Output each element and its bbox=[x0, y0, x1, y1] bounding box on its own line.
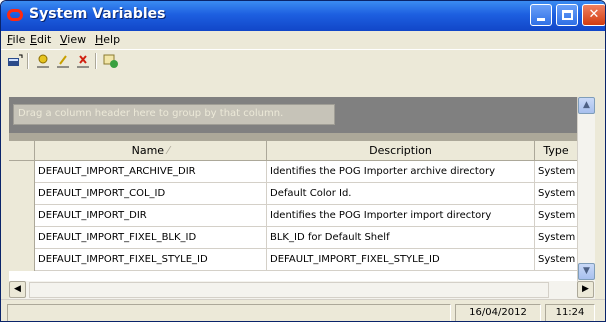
row-selector[interactable] bbox=[9, 249, 35, 271]
menu-view-label: iew bbox=[67, 33, 87, 46]
menu-view[interactable]: View bbox=[60, 33, 86, 46]
close-button[interactable]: ✕ bbox=[582, 4, 605, 26]
row-selector[interactable] bbox=[9, 161, 35, 183]
minimize-button[interactable] bbox=[530, 4, 552, 26]
cell-type[interactable]: System bbox=[535, 205, 577, 227]
status-message-pane bbox=[7, 304, 451, 321]
cell-description[interactable]: BLK_ID for Default Shelf bbox=[267, 227, 535, 249]
row-selector[interactable] bbox=[9, 227, 35, 249]
cell-name[interactable]: DEFAULT_IMPORT_FIXEL_STYLE_ID bbox=[35, 249, 267, 271]
cell-description[interactable]: Identifies the POG Importer archive dire… bbox=[267, 161, 535, 183]
maximize-icon bbox=[562, 10, 573, 20]
toolbar bbox=[1, 49, 605, 71]
column-header-row: Name ⁄ Description Type bbox=[35, 141, 577, 161]
table-row[interactable]: DEFAULT_IMPORT_DIR Identifies the POG Im… bbox=[9, 205, 577, 227]
cell-type[interactable]: System bbox=[535, 249, 577, 271]
minimize-icon bbox=[537, 18, 545, 21]
menu-file[interactable]: File bbox=[7, 33, 25, 46]
new-item-icon[interactable] bbox=[35, 53, 51, 69]
sort-ascending-icon: ⁄ bbox=[167, 144, 170, 157]
cell-type[interactable]: System bbox=[535, 183, 577, 205]
menu-edit[interactable]: Edit bbox=[30, 33, 51, 46]
status-bar: 16/04/2012 11:24 bbox=[1, 299, 605, 321]
delete-icon[interactable] bbox=[75, 53, 91, 69]
cell-type[interactable]: System bbox=[535, 227, 577, 249]
status-time: 11:24 bbox=[545, 304, 595, 321]
menu-help-label: elp bbox=[103, 33, 121, 46]
cell-description[interactable]: Default Color Id. bbox=[267, 183, 535, 205]
column-header-name[interactable]: Name ⁄ bbox=[35, 141, 267, 161]
window-title: System Variables bbox=[29, 6, 166, 22]
edit-icon[interactable] bbox=[55, 53, 71, 69]
menu-help[interactable]: Help bbox=[95, 33, 120, 46]
column-header-type[interactable]: Type bbox=[535, 141, 577, 161]
table-row[interactable]: DEFAULT_IMPORT_ARCHIVE_DIR Identifies th… bbox=[9, 161, 577, 183]
scroll-down-button[interactable]: ▼ bbox=[578, 263, 595, 280]
menu-bar: File Edit View Help bbox=[1, 31, 605, 49]
toolbar-separator bbox=[95, 53, 97, 69]
column-header-name-label: Name bbox=[131, 144, 165, 157]
status-date: 16/04/2012 bbox=[455, 304, 541, 321]
cell-type[interactable]: System bbox=[535, 161, 577, 183]
cell-name[interactable]: DEFAULT_IMPORT_ARCHIVE_DIR bbox=[35, 161, 267, 183]
close-icon: ✕ bbox=[588, 7, 600, 22]
cell-description[interactable]: DEFAULT_IMPORT_FIXEL_STYLE_ID bbox=[267, 249, 535, 271]
scroll-up-button[interactable]: ▲ bbox=[578, 97, 595, 114]
refresh-icon[interactable] bbox=[103, 53, 119, 69]
table-row[interactable]: DEFAULT_IMPORT_FIXEL_STYLE_ID DEFAULT_IM… bbox=[9, 249, 577, 271]
menu-file-label: ile bbox=[12, 33, 26, 46]
menu-edit-label: dit bbox=[36, 33, 52, 46]
table-row[interactable]: DEFAULT_IMPORT_FIXEL_BLK_ID BLK_ID for D… bbox=[9, 227, 577, 249]
table-row[interactable]: DEFAULT_IMPORT_COL_ID Default Color Id. … bbox=[9, 183, 577, 205]
scroll-left-button[interactable]: ◀ bbox=[9, 281, 26, 298]
system-variables-window: System Variables ✕ File Edit View Help D… bbox=[0, 0, 606, 322]
group-by-hint: Drag a column header here to group by th… bbox=[13, 104, 335, 125]
cell-name[interactable]: DEFAULT_IMPORT_COL_ID bbox=[35, 183, 267, 205]
toolbar-separator bbox=[27, 53, 29, 69]
horizontal-scroll-thumb[interactable] bbox=[29, 282, 549, 298]
grid-rows: DEFAULT_IMPORT_ARCHIVE_DIR Identifies th… bbox=[9, 161, 577, 281]
row-selector[interactable] bbox=[9, 183, 35, 205]
vertical-scrollbar[interactable]: ▲ ▼ bbox=[577, 97, 595, 281]
oracle-app-icon bbox=[7, 9, 23, 21]
column-header-type-label: Type bbox=[543, 144, 569, 157]
menu-edit-accel: E bbox=[30, 33, 37, 46]
horizontal-scrollbar[interactable]: ◀ ▶ bbox=[9, 281, 595, 299]
column-header-description-label: Description bbox=[369, 144, 432, 157]
cell-description[interactable]: Identifies the POG Importer import direc… bbox=[267, 205, 535, 227]
cell-name[interactable]: DEFAULT_IMPORT_DIR bbox=[35, 205, 267, 227]
scroll-right-button[interactable]: ▶ bbox=[577, 281, 594, 298]
maximize-button[interactable] bbox=[556, 4, 578, 26]
row-selector[interactable] bbox=[9, 205, 35, 227]
title-bar[interactable]: System Variables ✕ bbox=[1, 1, 605, 31]
table-icon[interactable] bbox=[7, 53, 23, 69]
row-selector-header bbox=[9, 141, 35, 161]
cell-name[interactable]: DEFAULT_IMPORT_FIXEL_BLK_ID bbox=[35, 227, 267, 249]
column-header-description[interactable]: Description bbox=[267, 141, 535, 161]
